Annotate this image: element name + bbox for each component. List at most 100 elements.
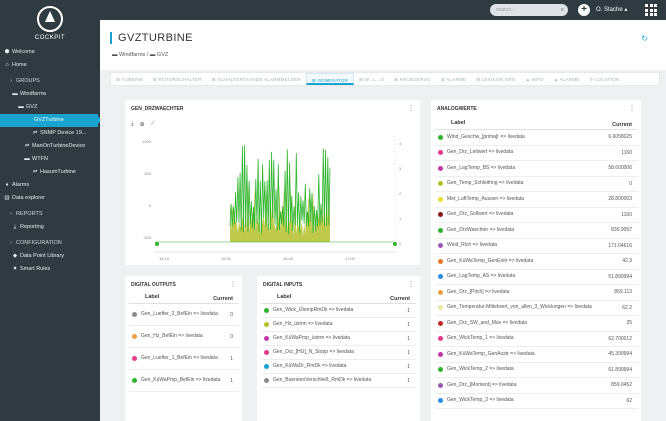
sidebar-item-groups[interactable]: › GROUPS — [0, 75, 100, 88]
table-row[interactable]: Gen_Drz_SW_and_Max => livedata 25 — [435, 316, 638, 332]
chart-menu-icon[interactable]: ⋮ — [408, 105, 414, 112]
tab-7[interactable]: ⊞ LEXIKON SITE — [471, 73, 520, 85]
row-label: Gen_WickTemp_1 => livedata — [447, 335, 514, 342]
logo[interactable]: COCKPIT — [0, 0, 100, 46]
table-row[interactable]: Gen_KüWaPmp_üstrm => livedata 1 — [261, 332, 416, 346]
table-row[interactable]: Gen_WickTemp_3 => livedata 62 — [435, 394, 638, 409]
series-marker-right — [393, 242, 397, 246]
table-row[interactable]: Gen_Hz_üstrm => livedata 1 — [261, 318, 416, 332]
tab-6[interactable]: ⊞ ALARME — [436, 73, 471, 85]
chart-svg[interactable]: 1000 500 0 -500 4 3 2 1 0 16:15 16:30 16:45 17:00 — [125, 130, 420, 265]
chart-panel: GEN_DRZWAECHTER ⋮ ⤓ ⊕ ⟋ 1000 500 0 -500 4 3 2 1 0 1… — [125, 100, 420, 265]
table-row[interactable]: Gen_Hz_BefEin => livedata 0 — [129, 326, 239, 348]
table-row[interactable]: Gen_Drz_[Moment] => livedata 859.0452 — [435, 378, 638, 394]
status-dot — [264, 322, 269, 327]
sidebar-item-data-explorer[interactable]: ▥ Data explorer — [0, 192, 100, 205]
table-row[interactable]: Gen_DrzWaechter => livedata 836.9057 — [435, 223, 638, 239]
row-value: 1 — [407, 335, 410, 342]
table-row[interactable]: Met_LuftTemp_Aussen => livedata 28.800003 — [435, 192, 638, 208]
table-row[interactable]: Gen_KüWaPmp_BefEin => livedata 1 — [129, 370, 239, 392]
table-row[interactable]: Gen_WickTemp_2 => livedata 61.899994 — [435, 363, 638, 378]
sidebar-item-alarms[interactable]: ♦ Alarms — [0, 179, 100, 192]
sidebar-item-icon: ⌂ — [5, 62, 9, 68]
row-value: 1160 — [621, 211, 632, 218]
tab-8[interactable]: ▲ INFO — [521, 73, 549, 85]
sidebar-item-gvzturbine[interactable]: GVZTurbine — [0, 114, 100, 127]
table-row[interactable]: Gen_KüWaTemp_GenEintr => livedata 42.3 — [435, 254, 638, 270]
tab-5[interactable]: ⊞ KRUEGERSG — [389, 73, 436, 85]
sidebar-item-welcome[interactable]: ⬢ Welcome — [0, 46, 100, 59]
row-label: Gen_Luefter_1_BefEin => livedata — [141, 355, 218, 361]
table-row[interactable]: Wind_Rich => livedata 171.04616 — [435, 239, 638, 254]
search-input[interactable]: search... ⌕ — [490, 4, 568, 16]
tab-4[interactable]: ⊞ W...L...O — [354, 73, 389, 85]
row-label: Gen_Luefter_2_BefEin => livedata — [141, 311, 218, 317]
row-label: Gen_Hz_üstrm => livedata — [273, 321, 333, 327]
digital-outputs-panel: DIGITAL OUTPUTS ⋮ Label Current Gen_Luefte… — [125, 276, 242, 421]
table-header: Label Current — [129, 294, 239, 304]
digital-outputs-menu-icon[interactable]: ⋮ — [230, 281, 236, 288]
row-value: 25 — [626, 320, 632, 327]
search-icon: ⌕ — [560, 7, 564, 13]
tab-0[interactable]: ⊞ TURBINE — [111, 73, 148, 85]
sidebar-item-reports[interactable]: › REPORTS — [0, 208, 100, 221]
row-value: 1 — [407, 307, 410, 314]
add-button[interactable]: + — [578, 4, 590, 16]
breadcrumb[interactable]: ▬ Windfarms / ▬ GVZ — [112, 52, 168, 58]
sidebar-item-home[interactable]: ⌂ Home — [0, 59, 100, 72]
user-menu[interactable]: O. Stache ▴ — [596, 0, 627, 20]
series-marker-left — [155, 242, 159, 246]
tab-1[interactable]: ⊞ ROTORSCHALTER — [148, 73, 207, 85]
table-row[interactable]: Gen_Luefter_2_BefEin => livedata 0 — [129, 304, 239, 326]
table-row[interactable]: Gen_Drz_Sollwert => livedata 1160 — [435, 208, 638, 223]
table-row[interactable]: Gen_KüWaDr_RmDk => livedata 1 — [261, 360, 416, 374]
y-tick-label: 1000 — [142, 139, 152, 144]
tab-2[interactable]: ⊞ SCHALTERSTANDE ALARMMELDER — [207, 73, 306, 85]
app-grid-icon[interactable] — [645, 4, 657, 16]
table-row[interactable]: Gen_WickTemp_1 => livedata 62.700012 — [435, 332, 638, 347]
chart-tool-icon-0[interactable]: ⤓ — [131, 121, 134, 128]
sidebar-item-label: Smart Rules — [20, 266, 51, 272]
status-dot — [438, 227, 443, 233]
tab-10[interactable]: ⚲ LOCATION — [585, 73, 625, 85]
row-value: 62 — [626, 397, 632, 404]
row-value: 1 — [230, 377, 233, 384]
analog-menu-icon[interactable]: ⋮ — [629, 105, 635, 112]
sidebar-item-icon: ▬ — [12, 91, 18, 97]
sidebar-item-windfarms[interactable]: ▬ Windfarms — [0, 88, 100, 101]
status-dot — [438, 351, 443, 357]
status-dot — [264, 378, 269, 383]
digital-inputs-menu-icon[interactable]: ⋮ — [408, 281, 414, 288]
table-row[interactable]: Gen_Drz_[Pitch] => livedata 859.113 — [435, 285, 638, 301]
row-label: Gen_Drz_[HU]_N_Stopp => livedata — [273, 349, 354, 355]
page-header: GVZTURBINE ▬ Windfarms / ▬ GVZ ↻ — [100, 20, 666, 70]
sidebar-item-gvz[interactable]: ▬ GVZ — [0, 101, 100, 114]
sidebar-item-manonturbinedevice[interactable]: ⇌ ManOnTurbineDevice — [0, 140, 100, 153]
table-row[interactable]: Gen_Wick_ÜtempRmDk => livedata 1 — [261, 304, 416, 318]
sidebar-item-snmp-device-19-[interactable]: ⇌ SNMP Device 19... — [0, 127, 100, 140]
sidebar-item-configuration[interactable]: › CONFIGURATION — [0, 237, 100, 250]
sidebar-item-label: GVZ — [26, 104, 38, 110]
sidebar-item-hasumturbine[interactable]: ⇌ HasumTurbine — [0, 166, 100, 179]
sidebar-item-smart-rules[interactable]: ✷ Smart Rules — [0, 263, 100, 276]
sidebar-item-icon: › — [10, 240, 12, 246]
sidebar: COCKPIT ⬢ Welcome ⌂ Home › GROUPS ▬ Windfarms ▬ G… — [0, 0, 100, 421]
chart-tool-icon-2[interactable]: ⟋ — [151, 121, 155, 128]
table-row[interactable]: Gen_BuerstenVerschleiß_RmDk => livedata 1 — [261, 374, 416, 388]
table-row[interactable]: Gen_LagTemp_AS => livedata 51.899994 — [435, 270, 638, 285]
refresh-icon[interactable]: ↻ — [641, 34, 648, 43]
table-row[interactable]: Gen_Drz_Leitwert => livedata 1160 — [435, 146, 638, 161]
table-row[interactable]: Gen_Luefter_1_BefEin => livedata 1 — [129, 348, 239, 370]
sidebar-item-wtfn[interactable]: ▬ WTFN — [0, 153, 100, 166]
table-row[interactable]: Gen_Drz_[HU]_N_Stopp => livedata 1 — [261, 346, 416, 360]
sidebar-item-data-point-library[interactable]: ◆ Data Point Library — [0, 250, 100, 263]
tab-3[interactable]: ⊞ GENERATOR — [306, 73, 354, 85]
chart-tool-icon-1[interactable]: ⊕ — [140, 121, 145, 128]
table-row[interactable]: Gen_Temp_Schleifring => livedata 0 — [435, 177, 638, 192]
table-row[interactable]: Gen_Temperatur-Mittelwert_von_allen_3_Wi… — [435, 301, 638, 316]
tab-9[interactable]: ▲ ALARME — [549, 73, 585, 85]
table-row[interactable]: Gen_KüWaTemp_GenAustr => livedata 45.3999… — [435, 347, 638, 363]
sidebar-item-reporting[interactable]: ⤓ Reporting — [0, 221, 100, 234]
table-row[interactable]: Gen_LagTemp_BS => livedata 58.600006 — [435, 161, 638, 177]
table-row[interactable]: Wind_Geschw_[prima]r => livedata 6.605802… — [435, 130, 638, 146]
